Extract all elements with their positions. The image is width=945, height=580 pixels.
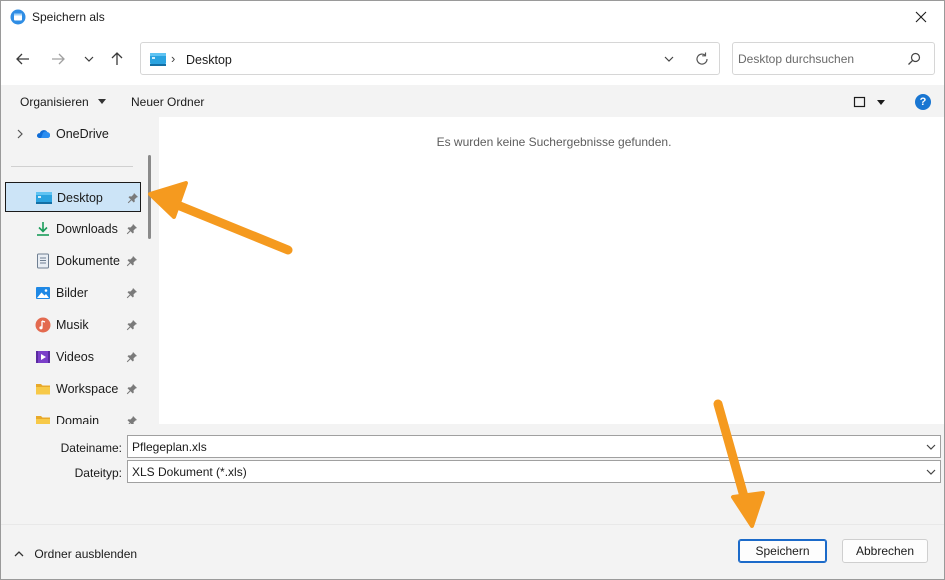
save-as-dialog: Speichern als › Desktop Desktop durchsuc…: [0, 0, 945, 580]
refresh-icon[interactable]: [694, 51, 710, 67]
pin-icon: [126, 256, 137, 267]
document-icon: [37, 253, 49, 269]
recent-locations-button[interactable]: [77, 47, 101, 71]
sidebar-item-desktop[interactable]: Desktop: [5, 182, 141, 212]
pictures-icon: [36, 287, 50, 299]
chevron-down-icon[interactable]: [926, 467, 936, 477]
pin-icon: [127, 193, 138, 204]
empty-results-message: Es wurden keine Suchergebnisse gefunden.: [436, 135, 672, 149]
videos-icon: [36, 351, 50, 363]
search-icon[interactable]: [907, 52, 921, 66]
pin-icon: [126, 384, 137, 395]
sidebar-item-documents[interactable]: Dokumente: [5, 246, 141, 276]
app-icon: [10, 9, 26, 25]
sidebar-item-label: Dokumente: [56, 254, 120, 268]
sidebar-item-onedrive[interactable]: OneDrive: [5, 119, 141, 149]
pin-icon: [126, 320, 137, 331]
help-button[interactable]: ?: [915, 94, 931, 110]
forward-button[interactable]: [46, 47, 70, 71]
search-input[interactable]: [738, 50, 898, 68]
filename-label: Dateiname:: [60, 441, 122, 455]
sidebar-divider: [11, 166, 133, 167]
close-button[interactable]: [898, 1, 944, 33]
sidebar-item-label: Bilder: [56, 286, 88, 300]
chevron-up-icon: [14, 551, 24, 557]
sidebar-item-pictures[interactable]: Bilder: [5, 278, 141, 308]
sidebar-item-label: Videos: [56, 350, 94, 364]
hide-folders-button[interactable]: Ordner ausblenden: [14, 547, 137, 561]
chevron-down-icon[interactable]: [926, 442, 936, 452]
search-box[interactable]: [732, 42, 935, 75]
desktop-icon: [36, 192, 52, 204]
sidebar-item-workspace[interactable]: Workspace: [5, 374, 141, 404]
pin-icon: [126, 288, 137, 299]
sidebar-item-videos[interactable]: Videos: [5, 342, 141, 372]
pin-icon: [127, 416, 137, 424]
chevron-down-icon: [84, 56, 94, 62]
sidebar-item-label: Domain: [56, 414, 100, 424]
navigation-bar: › Desktop: [1, 33, 944, 85]
sidebar-item-music[interactable]: Musik: [5, 310, 141, 340]
filename-input[interactable]: [132, 439, 912, 455]
organize-button[interactable]: Organisieren: [20, 95, 107, 109]
address-bar[interactable]: › Desktop: [140, 42, 720, 75]
arrow-up-icon: [111, 52, 123, 65]
arrow-left-icon: [16, 53, 29, 65]
close-icon: [915, 11, 927, 23]
breadcrumb-desktop[interactable]: Desktop: [186, 53, 232, 67]
hide-folders-label: Ordner ausblenden: [34, 547, 138, 561]
download-icon: [37, 222, 49, 236]
back-button[interactable]: [11, 47, 35, 71]
sidebar-item-downloads[interactable]: Downloads: [5, 214, 141, 244]
file-details-area: Dateiname: Dateityp: XLS Dokument (*.xls…: [1, 424, 944, 524]
sidebar-item-domain[interactable]: Domain: [5, 406, 141, 424]
up-button[interactable]: [105, 47, 129, 71]
sidebar-item-label: Desktop: [57, 191, 103, 205]
onedrive-icon: [36, 130, 51, 138]
command-bar: Organisieren Neuer Ordner ?: [1, 85, 944, 117]
folder-icon: [36, 384, 50, 395]
cancel-button[interactable]: Abbrechen: [842, 539, 928, 563]
chevron-right-icon[interactable]: [15, 128, 25, 140]
new-folder-button[interactable]: Neuer Ordner: [131, 95, 204, 109]
filetype-select[interactable]: XLS Dokument (*.xls): [127, 460, 941, 483]
pin-icon: [126, 352, 137, 363]
folder-icon: [36, 416, 50, 424]
navigation-pane: OneDrive Desktop Downloads Dokumente Bil…: [1, 117, 158, 424]
chevron-down-icon[interactable]: [661, 51, 677, 67]
desktop-icon: [150, 53, 166, 66]
organize-label: Organisieren: [20, 95, 89, 109]
caret-down-icon: [98, 99, 107, 104]
filetype-label: Dateityp:: [74, 466, 122, 480]
breadcrumb-separator-icon: ›: [171, 51, 176, 66]
sidebar-scrollbar[interactable]: [142, 117, 158, 424]
save-button[interactable]: Speichern: [738, 539, 827, 563]
title-bar: Speichern als: [1, 1, 944, 33]
sidebar-item-label: Workspace: [56, 382, 119, 396]
arrow-right-icon: [52, 53, 65, 65]
music-icon: [35, 317, 51, 333]
pin-icon: [126, 224, 137, 235]
sidebar-item-label: Downloads: [56, 222, 118, 236]
view-icon: [853, 96, 885, 108]
window-title: Speichern als: [32, 10, 105, 24]
file-list[interactable]: Es wurden keine Suchergebnisse gefunden.: [159, 117, 944, 424]
filetype-value: XLS Dokument (*.xls): [132, 465, 247, 479]
scrollbar-thumb[interactable]: [148, 155, 151, 239]
sidebar-item-label: OneDrive: [56, 127, 109, 141]
sidebar-item-label: Musik: [56, 318, 89, 332]
filename-combobox[interactable]: [127, 435, 941, 458]
dialog-footer: Ordner ausblenden Speichern Abbrechen: [1, 524, 944, 579]
view-options-button[interactable]: [853, 95, 891, 109]
